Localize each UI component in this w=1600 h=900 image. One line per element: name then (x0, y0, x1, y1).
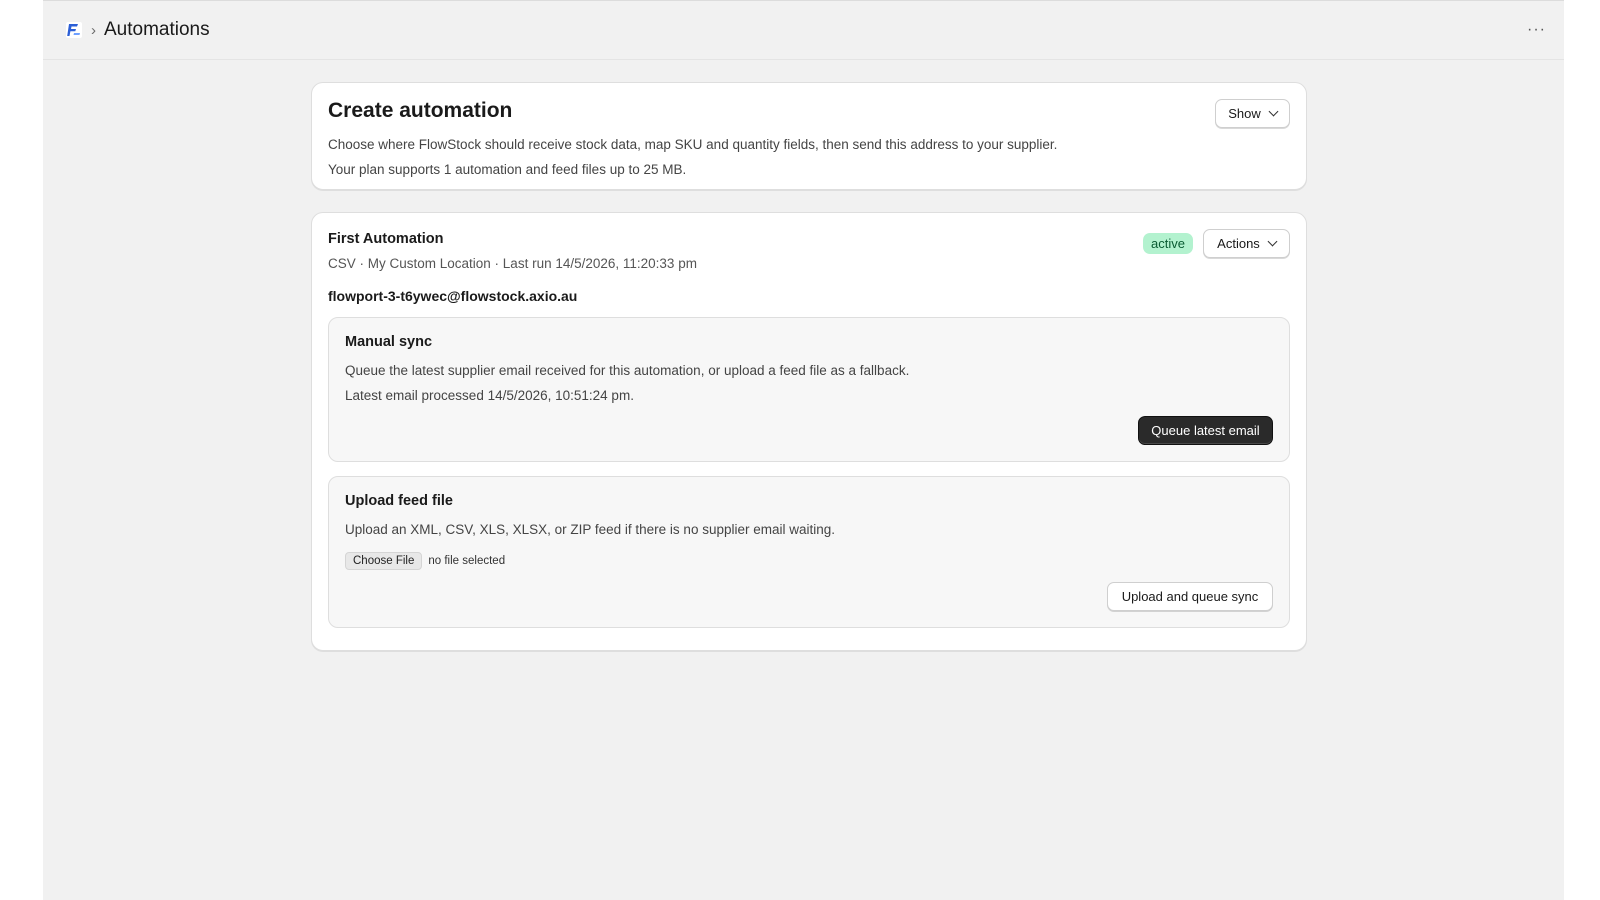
queue-latest-email-button[interactable]: Queue latest email (1138, 416, 1273, 445)
status-badge: active (1143, 233, 1193, 254)
actions-button-label: Actions (1217, 236, 1260, 251)
upload-feed-title: Upload feed file (345, 493, 453, 509)
manual-sync-title: Manual sync (345, 334, 433, 350)
upload-feed-description: Upload an XML, CSV, XLS, XLSX, or ZIP fe… (345, 522, 836, 537)
chevron-down-icon (1268, 106, 1279, 117)
breadcrumb-separator: › (91, 21, 96, 39)
flowstock-logo-icon[interactable] (65, 21, 83, 39)
create-automation-title: Create automation (328, 99, 513, 122)
latest-email-processed: Latest email processed 14/5/2026, 10:51:… (345, 388, 634, 403)
choose-file-button[interactable]: Choose File (345, 552, 423, 570)
actions-button[interactable]: Actions (1203, 229, 1290, 258)
file-status: no file selected (428, 555, 506, 567)
file-input: Choose File no file selected (345, 552, 1273, 570)
create-automation-card: Create automation Choose where FlowStock… (311, 82, 1307, 190)
app-frame: › Automations ··· Create automation Choo… (43, 0, 1564, 900)
automation-email: flowport-3-t6ywec@flowstock.axio.au (328, 288, 578, 304)
plan-note: Your plan supports 1 automation and feed… (328, 162, 687, 177)
show-button-label: Show (1228, 106, 1261, 121)
upload-feed-section: Upload feed file Upload an XML, CSV, XLS… (328, 476, 1290, 628)
create-automation-description: Choose where FlowStock should receive st… (328, 137, 1058, 152)
more-options-icon[interactable]: ··· (1527, 21, 1546, 39)
automation-card: First Automation CSV · My Custom Locatio… (311, 212, 1307, 651)
chevron-down-icon (1267, 236, 1278, 247)
automation-meta: CSV · My Custom Location · Last run 14/5… (328, 256, 697, 271)
page-title: Automations (104, 19, 210, 40)
top-bar: › Automations ··· (43, 1, 1564, 60)
manual-sync-section: Manual sync Queue the latest supplier em… (328, 317, 1290, 462)
show-button[interactable]: Show (1215, 99, 1290, 128)
upload-and-queue-sync-button[interactable]: Upload and queue sync (1107, 582, 1273, 611)
manual-sync-description: Queue the latest supplier email received… (345, 363, 910, 378)
